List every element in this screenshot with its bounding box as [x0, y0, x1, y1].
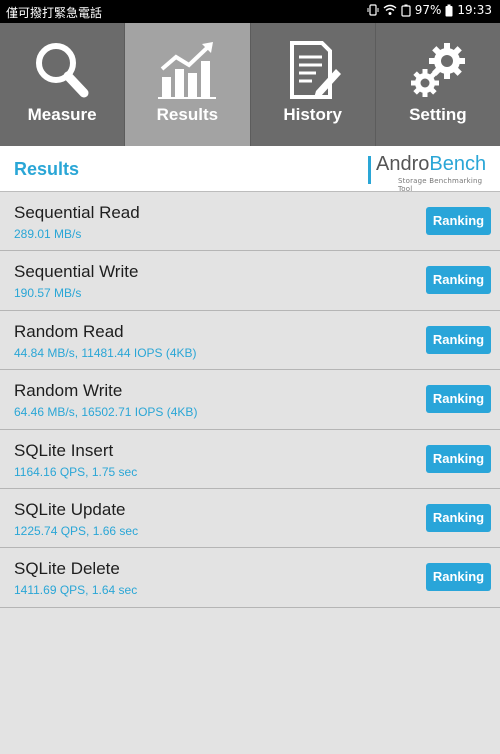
tab-bar: Measure Results History Setting	[0, 23, 500, 146]
result-row: SQLite Insert 1164.16 QPS, 1.75 sec Rank…	[0, 430, 500, 489]
ranking-button[interactable]: Ranking	[426, 563, 491, 592]
result-name: SQLite Delete	[14, 559, 120, 579]
ranking-button[interactable]: Ranking	[426, 207, 491, 235]
ranking-button[interactable]: Ranking	[426, 444, 491, 473]
result-row: Sequential Read 289.01 MB/s Ranking	[0, 192, 500, 252]
carrier-text: 僅可撥打緊急電話	[6, 6, 103, 20]
tab-label: Setting	[409, 105, 467, 124]
androbench-logo: AndroBench Storage Benchmarking Tool	[368, 153, 492, 193]
result-row: SQLite Delete 1411.69 QPS, 1.64 sec Rank…	[0, 548, 500, 608]
result-name: Sequential Read	[14, 203, 140, 222]
document-icon	[251, 39, 375, 101]
result-value: 64.46 MB/s, 16502.71 IOPS (4KB)	[14, 405, 198, 420]
result-row: Sequential Write 190.57 MB/s Ranking	[0, 251, 500, 311]
gears-icon	[376, 39, 500, 101]
tab-measure[interactable]: Measure	[0, 23, 126, 146]
battery-icon	[445, 4, 453, 17]
tab-label: History	[283, 105, 342, 124]
result-name: SQLite Insert	[14, 440, 114, 460]
results-header: Results AndroBench Storage Benchmarking …	[0, 146, 500, 193]
clock: 19:33	[457, 3, 492, 17]
ranking-button[interactable]: Ranking	[426, 325, 491, 354]
result-value: 1164.16 QPS, 1.75 sec	[14, 464, 138, 479]
result-name: SQLite Update	[14, 499, 126, 519]
tab-setting[interactable]: Setting	[375, 23, 500, 146]
result-value: 1411.69 QPS, 1.64 sec	[14, 583, 138, 598]
chart-icon	[125, 39, 249, 101]
ranking-button[interactable]: Ranking	[426, 503, 491, 532]
result-row: SQLite Update 1225.74 QPS, 1.66 sec Rank…	[0, 489, 500, 549]
tab-label: Results	[156, 105, 219, 124]
vibrate-icon	[367, 4, 379, 16]
page-title: Results	[14, 159, 80, 179]
result-value: 190.57 MB/s	[14, 286, 82, 301]
tab-label: Measure	[27, 105, 97, 124]
battery-percent: 97%	[414, 3, 442, 17]
wifi-icon	[383, 4, 397, 16]
ranking-button[interactable]: Ranking	[426, 266, 491, 295]
magnifier-icon	[0, 39, 124, 101]
logo-name: AndroBench	[376, 153, 487, 175]
result-name: Random Read	[14, 321, 124, 341]
tab-results[interactable]: Results	[125, 23, 251, 146]
ranking-button[interactable]: Ranking	[426, 385, 491, 414]
result-row: Random Read 44.84 MB/s, 11481.44 IOPS (4…	[0, 311, 500, 371]
logo-tagline: Storage Benchmarking Tool	[398, 177, 483, 193]
result-row: Random Write 64.46 MB/s, 16502.71 IOPS (…	[0, 370, 500, 430]
logo-bar	[368, 156, 371, 184]
tab-history[interactable]: History	[250, 23, 376, 146]
result-value: 1225.74 QPS, 1.66 sec	[14, 523, 139, 538]
result-name: Random Write	[14, 381, 123, 401]
results-list: Sequential Read 289.01 MB/s Ranking Sequ…	[0, 192, 500, 608]
result-value: 44.84 MB/s, 11481.44 IOPS (4KB)	[14, 345, 197, 360]
battery-saver-icon	[401, 4, 411, 17]
result-name: Sequential Write	[14, 262, 139, 282]
result-value: 289.01 MB/s	[14, 227, 82, 241]
status-bar: 僅可撥打緊急電話 97% 19:33	[0, 0, 500, 23]
status-icons: 97% 19:33	[367, 3, 492, 17]
